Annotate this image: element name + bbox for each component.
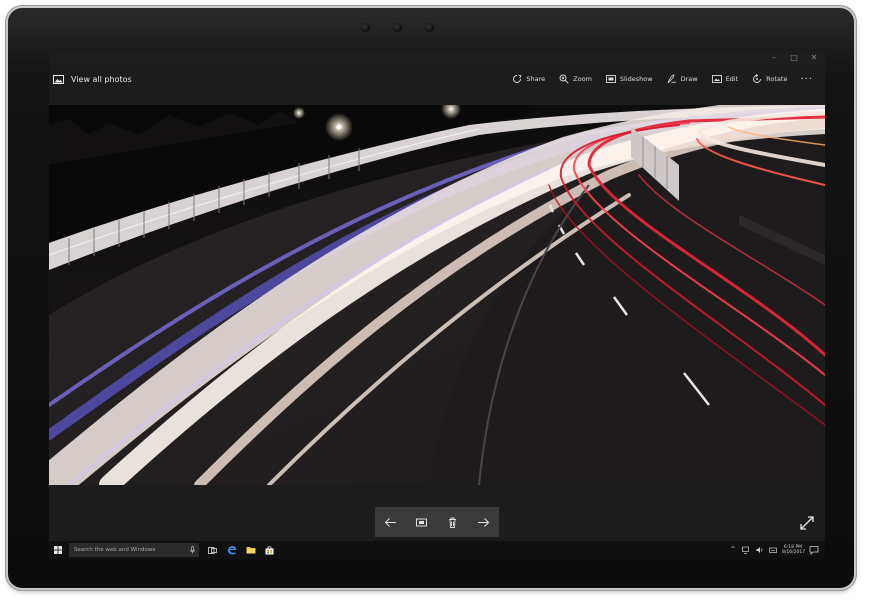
- network-icon[interactable]: [742, 546, 751, 554]
- slideshow-icon: [416, 518, 427, 526]
- expand-icon[interactable]: [799, 515, 815, 531]
- delete-photo-button[interactable]: [441, 510, 465, 534]
- windows-logo-icon: [54, 546, 62, 554]
- rotate-label: Rotate: [766, 75, 788, 83]
- next-arrow-icon: [478, 517, 490, 527]
- keyboard-icon[interactable]: [769, 546, 777, 554]
- task-view-button[interactable]: [207, 545, 218, 556]
- view-all-photos-button[interactable]: View all photos: [53, 74, 132, 84]
- system-tray: ^ 6:18 PM 8/16/2017: [729, 541, 819, 559]
- clock[interactable]: 6:18 PM 8/16/2017: [782, 545, 806, 555]
- task-view-icon: [208, 546, 217, 554]
- draw-label: Draw: [680, 75, 698, 83]
- camera-sensor-icon: [425, 23, 434, 32]
- maximize-button[interactable]: □: [789, 52, 799, 64]
- store-icon: [265, 545, 274, 554]
- windows-taskbar: ^ 6:18 PM 8/16/2017: [49, 541, 825, 559]
- action-center-icon[interactable]: [809, 545, 819, 555]
- command-group: Share Zoom Slideshow Draw Edit Rotate ··…: [505, 65, 819, 93]
- taskbar-search-box[interactable]: [69, 543, 199, 557]
- microphone-icon[interactable]: [190, 546, 195, 554]
- zoom-button[interactable]: Zoom: [552, 65, 599, 93]
- zoom-label: Zoom: [573, 75, 592, 83]
- share-button[interactable]: Share: [505, 65, 552, 93]
- store-button[interactable]: [264, 545, 275, 556]
- edit-label: Edit: [725, 75, 739, 83]
- rotate-button[interactable]: Rotate: [745, 65, 794, 93]
- tablet-device: – □ ✕ View all photos Share Zoom Slidesh…: [8, 8, 854, 588]
- slideshow-button[interactable]: Slideshow: [599, 65, 660, 93]
- camera-lens-icon: [393, 23, 402, 32]
- highway-light-trails-photo: [49, 105, 825, 485]
- share-icon: [513, 74, 522, 83]
- previous-arrow-icon: [384, 517, 396, 527]
- draw-icon: [667, 74, 676, 84]
- delete-icon: [449, 517, 456, 528]
- view-all-photos-label: View all photos: [71, 74, 132, 84]
- slideshow-label: Slideshow: [619, 75, 653, 83]
- slideshow-icon: [605, 75, 616, 83]
- edge-icon: [227, 545, 236, 555]
- draw-button[interactable]: Draw: [660, 65, 705, 93]
- camera-sensor-icon: [361, 23, 370, 32]
- previous-photo-button[interactable]: [379, 510, 403, 534]
- file-explorer-icon: [246, 547, 255, 554]
- edit-button[interactable]: Edit: [705, 65, 746, 93]
- screen: – □ ✕ View all photos Share Zoom Slidesh…: [49, 51, 825, 559]
- zoom-icon: [559, 74, 569, 84]
- show-hidden-icons-button[interactable]: ^: [729, 546, 737, 554]
- start-button[interactable]: [49, 541, 67, 559]
- file-explorer-button[interactable]: [245, 545, 256, 556]
- clock-date: 8/16/2017: [782, 550, 806, 555]
- edge-button[interactable]: [226, 545, 237, 556]
- minimize-button[interactable]: –: [769, 52, 779, 64]
- next-photo-button[interactable]: [472, 510, 496, 534]
- edit-icon: [711, 75, 722, 83]
- photos-collection-icon: [53, 74, 64, 84]
- volume-icon[interactable]: [756, 546, 764, 554]
- window-titlebar: – □ ✕: [49, 51, 825, 65]
- more-options-button[interactable]: ···: [794, 74, 819, 85]
- search-input[interactable]: [74, 547, 184, 553]
- photo-view[interactable]: [49, 105, 825, 485]
- photos-command-bar: View all photos Share Zoom Slideshow Dra…: [49, 65, 825, 93]
- rotate-icon: [753, 74, 762, 83]
- close-button[interactable]: ✕: [809, 52, 819, 64]
- photo-navigation-bar: [375, 507, 499, 537]
- slideshow-nav-button[interactable]: [410, 510, 434, 534]
- share-label: Share: [526, 75, 546, 83]
